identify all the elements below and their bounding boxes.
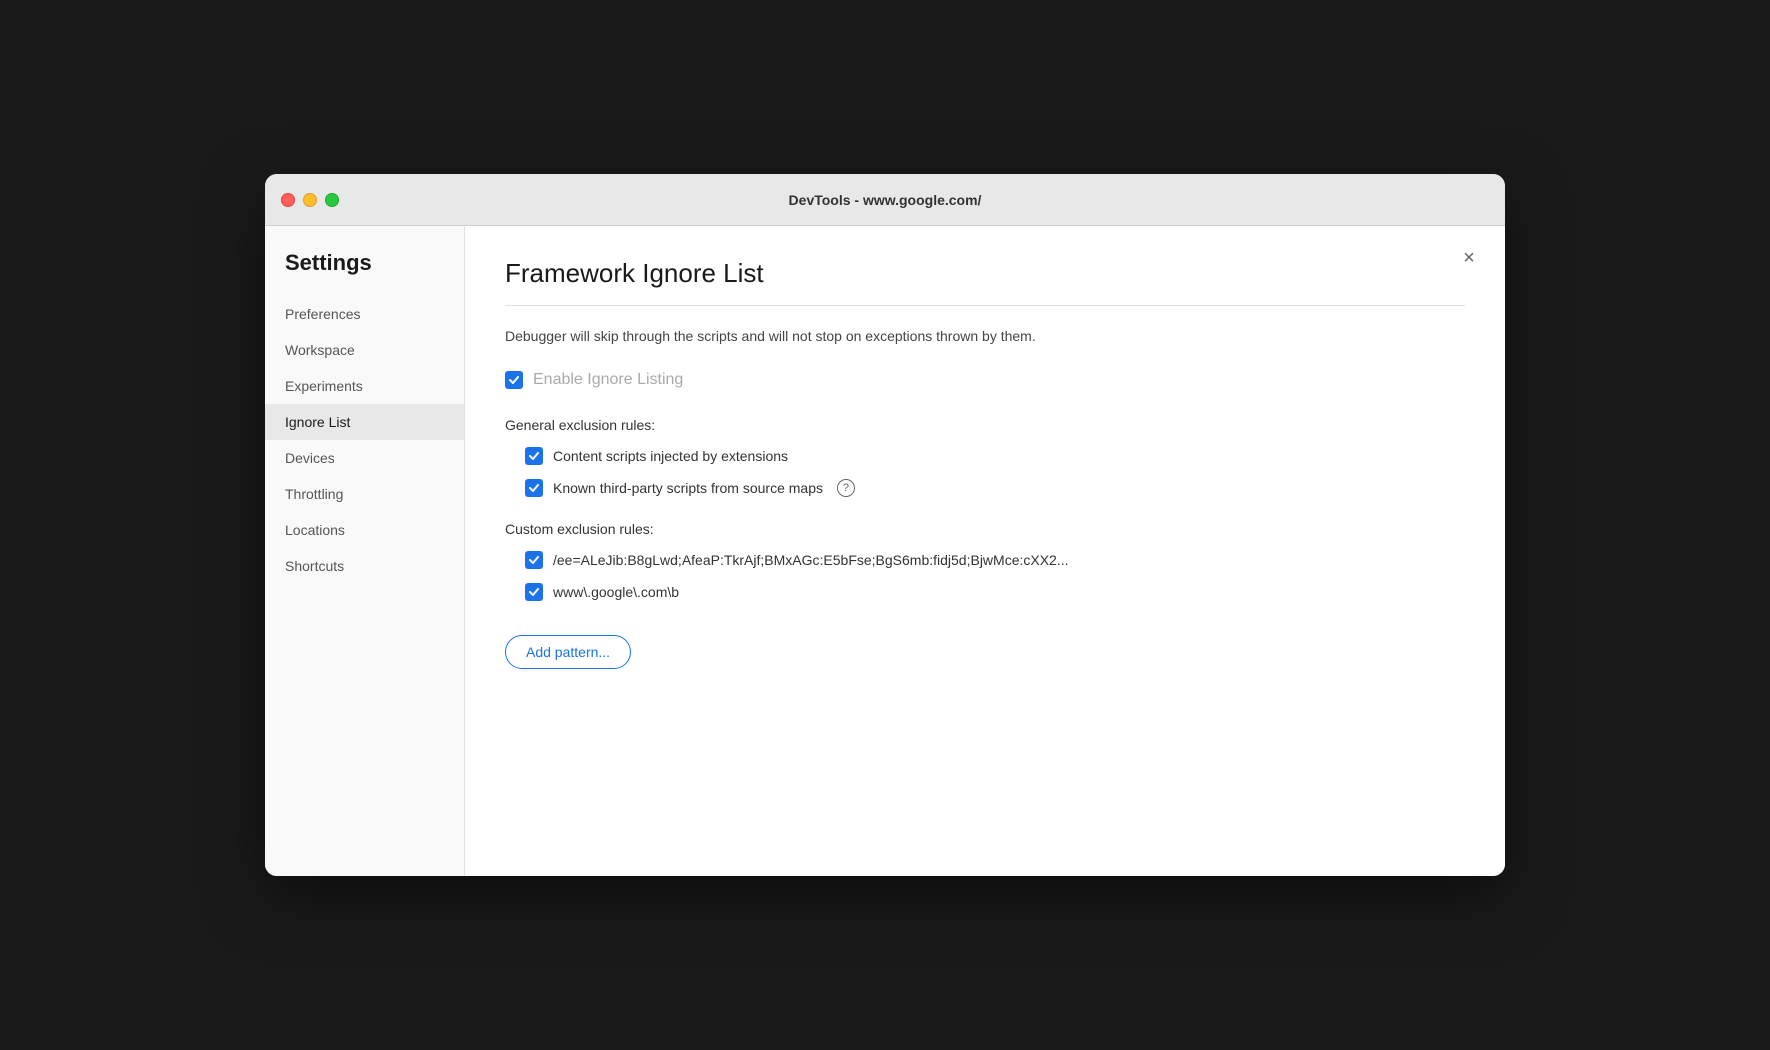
checkbox-check-icon <box>528 586 540 598</box>
traffic-lights <box>281 193 339 207</box>
sidebar-item-preferences[interactable]: Preferences <box>265 296 464 332</box>
sidebar-item-experiments[interactable]: Experiments <box>265 368 464 404</box>
custom-exclusion-label: Custom exclusion rules: <box>505 521 1465 537</box>
titlebar: DevTools - www.google.com/ <box>265 174 1505 226</box>
third-party-scripts-checkbox[interactable] <box>525 479 543 497</box>
custom-rule-1-label: /ee=ALeJib:B8gLwd;AfeaP:TkrAjf;BMxAGc:E5… <box>553 552 1069 568</box>
sidebar-item-shortcuts[interactable]: Shortcuts <box>265 548 464 584</box>
window-title: DevTools - www.google.com/ <box>789 192 982 208</box>
custom-exclusion-section: Custom exclusion rules: /ee=ALeJib:B8gLw… <box>505 521 1465 669</box>
checkbox-check-icon <box>528 482 540 494</box>
devtools-window: DevTools - www.google.com/ Settings Pref… <box>265 174 1505 876</box>
enable-ignore-listing-row: Enable Ignore Listing <box>505 371 1465 389</box>
title-divider <box>505 305 1465 306</box>
page-title: Framework Ignore List <box>505 258 1465 289</box>
general-exclusion-section: General exclusion rules: Content scripts… <box>505 417 1465 497</box>
add-pattern-button[interactable]: Add pattern... <box>505 635 631 669</box>
enable-ignore-listing-checkbox[interactable] <box>505 371 523 389</box>
settings-heading: Settings <box>265 250 464 296</box>
custom-rule-2: www\.google\.com\b <box>505 583 1465 601</box>
sidebar-item-locations[interactable]: Locations <box>265 512 464 548</box>
enable-ignore-listing-label: Enable Ignore Listing <box>533 371 683 389</box>
close-traffic-light[interactable] <box>281 193 295 207</box>
custom-rule-2-label: www\.google\.com\b <box>553 584 679 600</box>
custom-rule-1-checkbox[interactable] <box>525 551 543 569</box>
general-rule-2: Known third-party scripts from source ma… <box>505 479 1465 497</box>
sidebar-item-devices[interactable]: Devices <box>265 440 464 476</box>
page-description: Debugger will skip through the scripts a… <box>505 326 1465 347</box>
third-party-scripts-label: Known third-party scripts from source ma… <box>553 480 823 496</box>
custom-rule-2-checkbox[interactable] <box>525 583 543 601</box>
checkbox-check-icon <box>528 554 540 566</box>
minimize-traffic-light[interactable] <box>303 193 317 207</box>
sidebar-item-workspace[interactable]: Workspace <box>265 332 464 368</box>
content-scripts-label: Content scripts injected by extensions <box>553 448 788 464</box>
checkbox-check-icon <box>528 450 540 462</box>
info-icon[interactable]: ? <box>837 479 855 497</box>
sidebar-item-throttling[interactable]: Throttling <box>265 476 464 512</box>
dialog-close-button[interactable]: × <box>1457 246 1481 270</box>
custom-rule-1: /ee=ALeJib:B8gLwd;AfeaP:TkrAjf;BMxAGc:E5… <box>505 551 1465 569</box>
general-exclusion-label: General exclusion rules: <box>505 417 1465 433</box>
content-scripts-checkbox[interactable] <box>525 447 543 465</box>
content-area: Settings Preferences Workspace Experimen… <box>265 226 1505 876</box>
sidebar-item-ignore-list[interactable]: Ignore List <box>265 404 464 440</box>
checkbox-check-icon <box>508 374 520 386</box>
main-panel: × Framework Ignore List Debugger will sk… <box>465 226 1505 876</box>
sidebar: Settings Preferences Workspace Experimen… <box>265 226 465 876</box>
maximize-traffic-light[interactable] <box>325 193 339 207</box>
general-rule-1: Content scripts injected by extensions <box>505 447 1465 465</box>
